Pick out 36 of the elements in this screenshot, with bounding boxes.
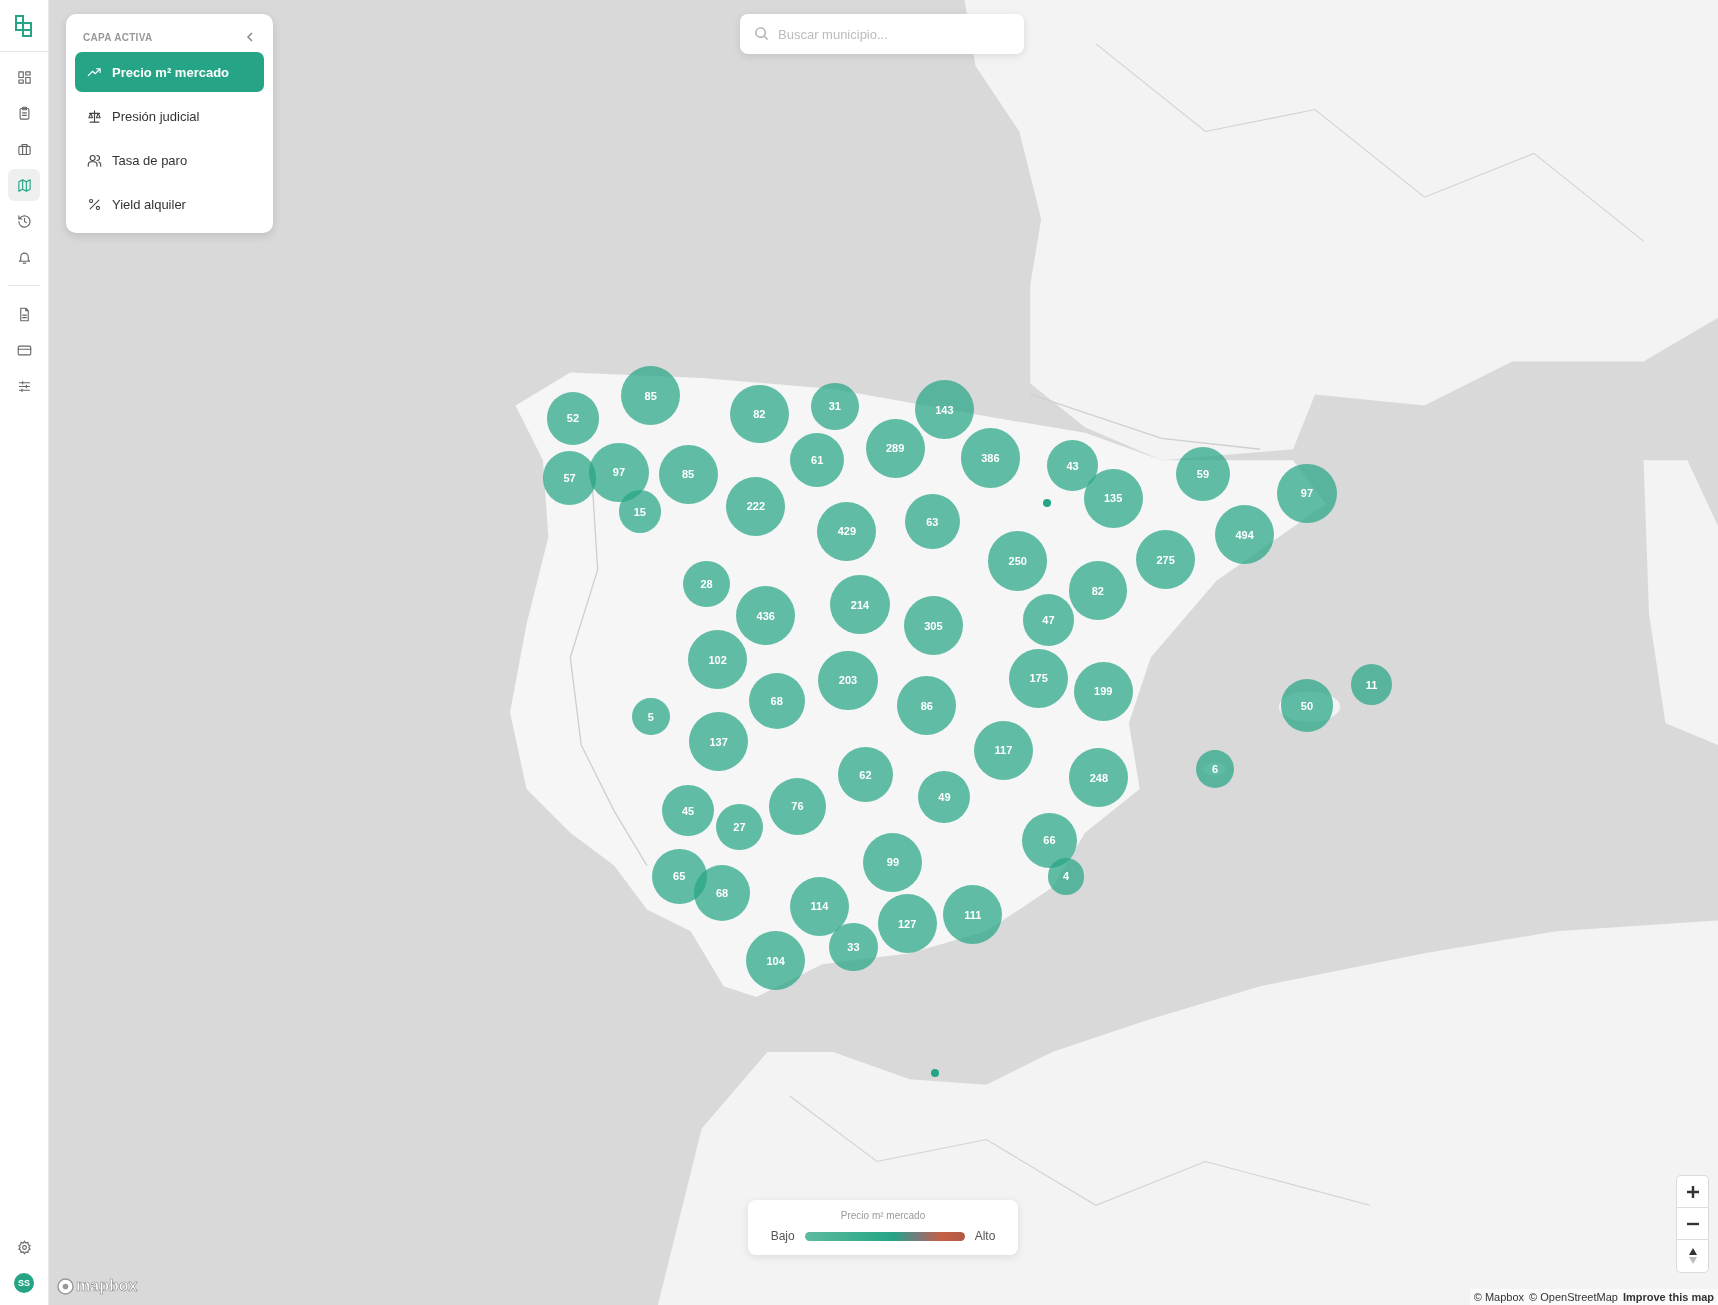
plus-icon bbox=[1686, 1185, 1699, 1198]
panel-title: CAPA ACTIVA bbox=[83, 31, 153, 43]
legend-high-label: Alto bbox=[974, 1229, 996, 1243]
map-icon bbox=[16, 177, 32, 193]
legend-title: Precio m² mercado bbox=[840, 1210, 926, 1221]
attribution-link[interactable]: © OpenStreetMap bbox=[1529, 1291, 1618, 1303]
history-icon bbox=[16, 213, 32, 229]
search-field[interactable]: Buscar municipio... bbox=[740, 14, 1024, 54]
layer-option[interactable]: Yield alquiler bbox=[75, 184, 264, 224]
layer-option[interactable]: Tasa de paro bbox=[75, 140, 264, 180]
layer-option[interactable]: Precio m² mercado bbox=[75, 52, 264, 92]
attribution-link[interactable]: © Mapbox bbox=[1473, 1291, 1525, 1303]
search-icon bbox=[754, 26, 769, 41]
clipboard-icon bbox=[16, 105, 32, 121]
point-marker[interactable] bbox=[1043, 498, 1052, 507]
mapbox-logo-icon bbox=[57, 1277, 74, 1295]
user-avatar[interactable]: SS bbox=[14, 1273, 34, 1293]
sliders-icon bbox=[16, 378, 32, 394]
nav-button[interactable] bbox=[8, 169, 40, 201]
mapbox-logo[interactable]: mapbox bbox=[76, 1277, 138, 1295]
users-icon bbox=[87, 152, 102, 168]
attribution-link[interactable]: Improve this map bbox=[1622, 1291, 1714, 1303]
scale-icon bbox=[87, 108, 102, 124]
briefcase-icon bbox=[16, 141, 32, 157]
compass-icon bbox=[1687, 1248, 1698, 1264]
card-icon bbox=[16, 342, 32, 358]
bell-icon bbox=[16, 249, 32, 265]
collapse-button[interactable] bbox=[244, 30, 256, 44]
logo-icon[interactable] bbox=[15, 14, 33, 37]
gear-icon bbox=[16, 1239, 32, 1255]
legend-low-label: Bajo bbox=[770, 1229, 795, 1243]
point-marker[interactable] bbox=[930, 1068, 939, 1077]
minus-icon bbox=[1686, 1221, 1699, 1226]
dashboard-icon bbox=[16, 69, 32, 85]
percent-icon bbox=[87, 196, 102, 212]
layer-option[interactable]: Presión judicial bbox=[75, 96, 264, 136]
